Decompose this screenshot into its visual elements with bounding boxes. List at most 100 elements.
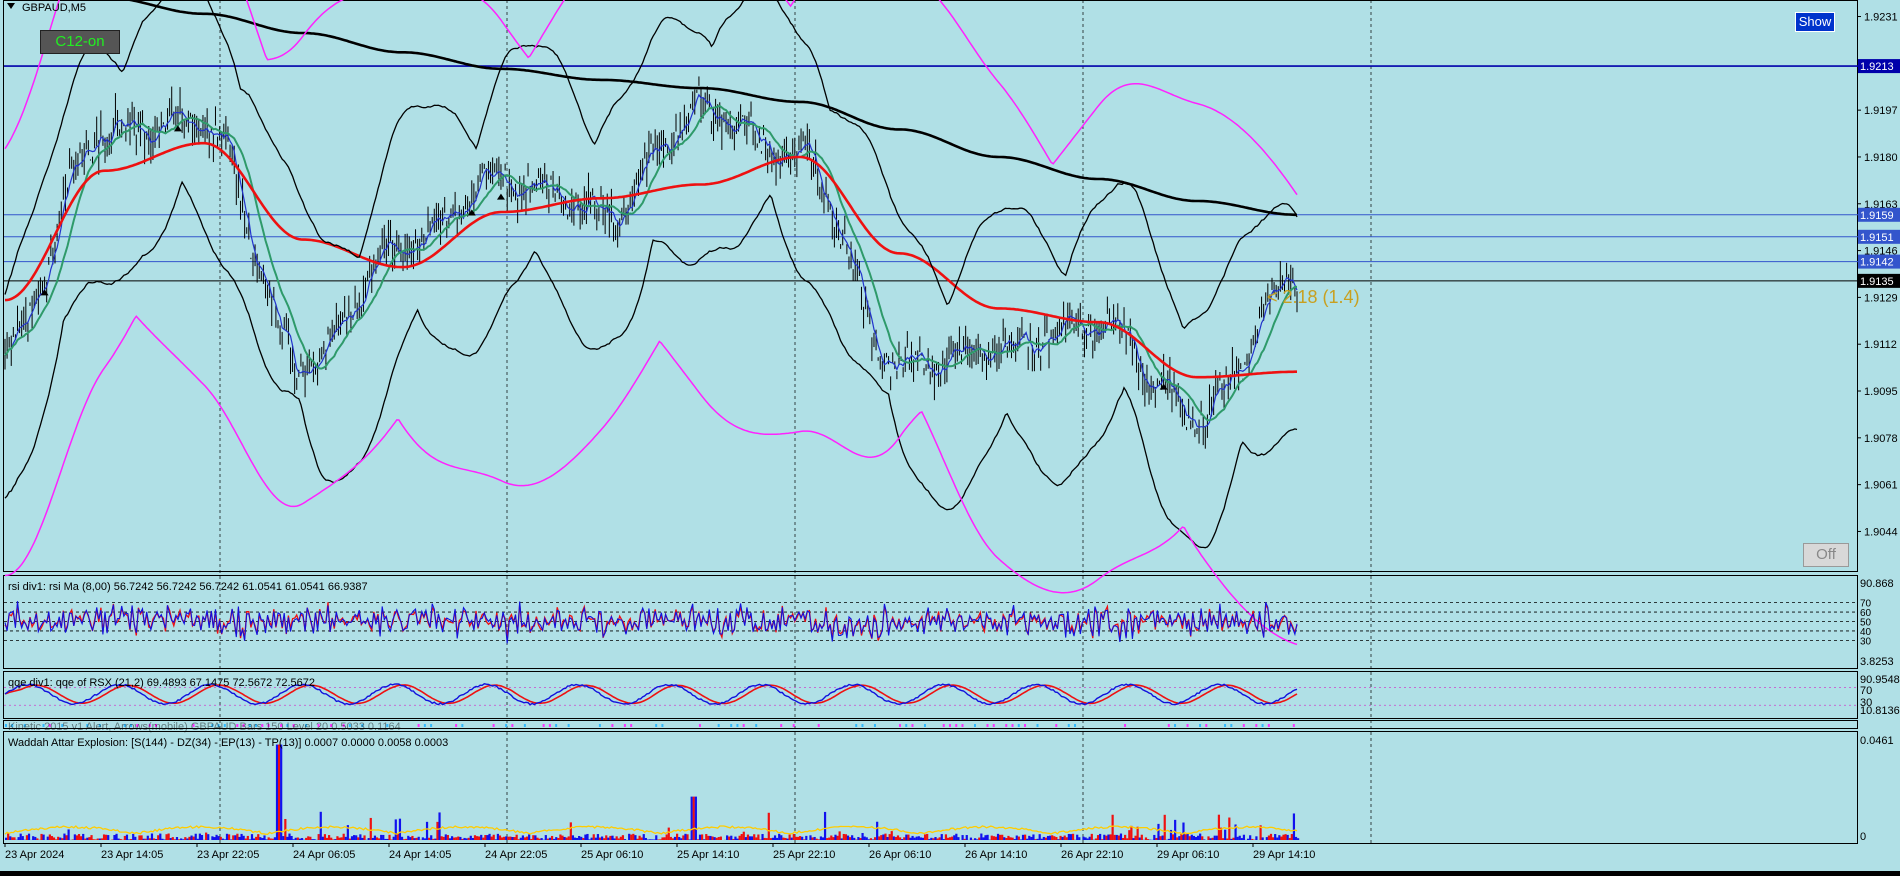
waddah-bar [1030, 837, 1032, 840]
waddah-bar [395, 819, 397, 840]
price-tick-label: 1.9112 [1864, 339, 1897, 351]
waddah-bar [978, 838, 980, 840]
show-button[interactable]: Show [1795, 12, 1835, 32]
waddah-bar [1243, 835, 1245, 840]
price-tick-label: 1.9095 [1864, 386, 1898, 398]
waddah-bar [884, 834, 886, 840]
waddah-bar [149, 838, 151, 840]
kinetic-bar [1262, 724, 1264, 727]
waddah-bar [1226, 838, 1228, 840]
waddah-bar [1128, 830, 1130, 840]
waddah-bar [474, 835, 476, 840]
waddah-bar [259, 837, 261, 840]
kinetic-bar [461, 724, 463, 727]
waddah-bar [551, 836, 553, 840]
waddah-bar [11, 837, 13, 840]
waddah-bar [384, 839, 386, 840]
waddah-bar [1278, 835, 1280, 840]
waddah-bar [961, 835, 963, 840]
kinetic-bar [493, 724, 495, 727]
waddah-bar [357, 837, 359, 840]
waddah-bar [132, 834, 134, 840]
waddah-bar [1018, 837, 1020, 840]
kinetic-bar [555, 724, 557, 727]
waddah-bar [68, 829, 70, 840]
waddah-bar [1155, 838, 1157, 840]
waddah-bar [1082, 837, 1084, 840]
waddah-bar [243, 836, 245, 840]
waddah-bar [370, 818, 372, 840]
price-level-label: 1.9135 [1860, 276, 1894, 288]
chart-window[interactable]: 7060504030 1.92311.91971.91801.91631.914… [0, 0, 1900, 871]
waddah-bar [36, 838, 38, 840]
waddah-bar [297, 838, 299, 840]
waddah-bar [853, 838, 855, 840]
kinetic-bar [899, 724, 901, 727]
waddah-bar [268, 837, 270, 840]
waddah-bar [914, 838, 916, 840]
waddah-bar [1214, 836, 1216, 840]
waddah-bar [784, 838, 786, 840]
waddah-bar [716, 838, 718, 840]
waddah-bar [63, 834, 65, 840]
waddah-bar [405, 839, 407, 840]
waddah-bar [1266, 837, 1268, 840]
waddah-bar [776, 838, 778, 840]
waddah-bar [593, 834, 595, 840]
waddah-bar [147, 836, 149, 840]
waddah-bar [753, 834, 755, 840]
waddah-bar [126, 835, 128, 840]
waddah-bar [791, 838, 793, 840]
waddah-bar [222, 839, 224, 840]
waddah-bar [547, 839, 549, 840]
waddah-bar [1066, 837, 1068, 840]
waddah-bar [115, 834, 117, 840]
waddah-bar [1272, 837, 1274, 840]
waddah-bar [1076, 835, 1078, 840]
waddah-bar [43, 835, 45, 840]
kinetic-bar [1068, 724, 1070, 727]
waddah-bar [276, 745, 278, 840]
kinetic-bar [793, 724, 795, 727]
waddah-bar [61, 838, 63, 840]
waddah-bar [678, 837, 680, 840]
off-button[interactable]: Off [1803, 543, 1849, 567]
waddah-bar [1134, 836, 1136, 840]
waddah-bar [40, 834, 42, 840]
waddah-bar [768, 813, 770, 840]
waddah-bar [1049, 836, 1051, 840]
waddah-bar [926, 834, 928, 840]
waddah-bar [418, 837, 420, 840]
waddah-bar [1174, 820, 1176, 840]
kinetic-bar [505, 724, 507, 727]
waddah-bar [107, 835, 109, 840]
waddah-bar [472, 838, 474, 840]
waddah-bar [1032, 834, 1034, 840]
waddah-bar [163, 839, 165, 840]
waddah-bar [588, 839, 590, 840]
c12-toggle-button[interactable]: C12-on [40, 30, 120, 54]
waddah-bar [701, 834, 703, 840]
kinetic-bar [1018, 724, 1020, 727]
waddah-bar [484, 835, 486, 840]
rsi-ma-line [5, 601, 1297, 643]
waddah-bar [755, 837, 757, 840]
waddah-bar [328, 835, 330, 840]
waddah-bar [676, 834, 678, 840]
waddah-bar [1207, 836, 1209, 840]
time-tick-label: 25 Apr 06:10 [581, 849, 643, 861]
waddah-bar [382, 835, 384, 840]
waddah-bar [1064, 836, 1066, 840]
waddah-bar [920, 837, 922, 840]
kinetic-bar [755, 724, 757, 727]
waddah-bar [491, 837, 493, 840]
chart-canvas[interactable]: 7060504030 1.92311.91971.91801.91631.914… [0, 0, 1900, 871]
symbol-dropdown-icon[interactable] [7, 3, 15, 9]
waddah-bar [228, 834, 230, 840]
kinetic-bar [1124, 724, 1126, 727]
waddah-bar [245, 839, 247, 840]
waddah-bar [1041, 839, 1043, 840]
waddah-bar [636, 839, 638, 840]
kinetic-bar [1005, 724, 1007, 727]
waddah-bar [707, 836, 709, 840]
